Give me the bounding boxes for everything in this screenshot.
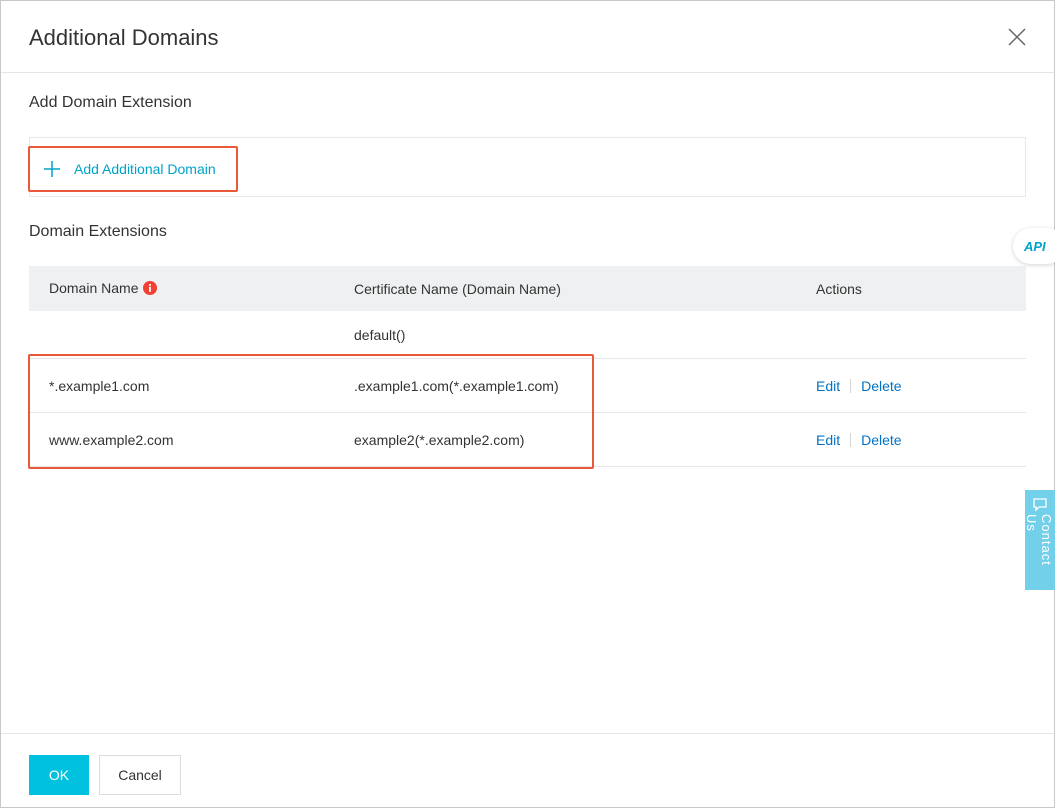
api-label: API xyxy=(1024,238,1046,254)
add-domain-extension-title: Add Domain Extension xyxy=(29,94,192,111)
close-icon[interactable] xyxy=(1006,26,1028,48)
domain-extensions-title: Domain Extensions xyxy=(29,223,167,240)
add-additional-domain-button[interactable]: Add Additional Domain xyxy=(28,146,238,192)
dialog-title: Additional Domains xyxy=(29,25,219,50)
table-row: www.example2.com example2(*.example2.com… xyxy=(29,413,1026,467)
row-actions: Edit Delete xyxy=(816,432,902,448)
table-row: default() xyxy=(29,311,1026,359)
header-actions: Actions xyxy=(816,281,862,297)
certificate-cell: example2(*.example2.com) xyxy=(354,431,525,448)
header-domain-name-label: Domain Name xyxy=(49,280,139,296)
delete-link[interactable]: Delete xyxy=(861,378,901,394)
table-header: Domain Name Certificate Name (Domain Nam… xyxy=(29,266,1026,311)
info-icon[interactable] xyxy=(143,281,158,295)
chat-icon xyxy=(1033,498,1047,512)
dialog-header: Additional Domains xyxy=(1,1,1054,73)
domain-cell: www.example2.com xyxy=(49,431,174,448)
header-certificate-name: Certificate Name (Domain Name) xyxy=(354,281,561,297)
header-domain-name: Domain Name xyxy=(49,280,158,296)
action-divider xyxy=(850,432,852,447)
domain-extensions-table: Domain Name Certificate Name (Domain Nam… xyxy=(29,266,1026,467)
add-additional-domain-label: Add Additional Domain xyxy=(74,161,216,177)
contact-us-tab[interactable]: Contact Us xyxy=(1024,490,1055,590)
certificate-cell: default() xyxy=(354,326,406,343)
edit-link[interactable]: Edit xyxy=(816,432,840,448)
edit-link[interactable]: Edit xyxy=(816,378,840,394)
additional-domains-dialog: Additional Domains Add Domain Extension … xyxy=(0,0,1055,808)
plus-icon xyxy=(44,161,60,177)
cancel-button[interactable]: Cancel xyxy=(99,755,181,795)
action-divider xyxy=(850,378,852,393)
ok-button[interactable]: OK xyxy=(29,755,89,795)
api-badge[interactable]: API xyxy=(1013,228,1055,264)
delete-link[interactable]: Delete xyxy=(861,432,901,448)
contact-us-label: Contact Us xyxy=(1024,514,1054,566)
row-actions: Edit Delete xyxy=(816,378,902,394)
certificate-cell: .example1.com(*.example1.com) xyxy=(354,377,559,394)
domain-cell: *.example1.com xyxy=(49,377,150,394)
table-row: *.example1.com .example1.com(*.example1.… xyxy=(29,359,1026,413)
